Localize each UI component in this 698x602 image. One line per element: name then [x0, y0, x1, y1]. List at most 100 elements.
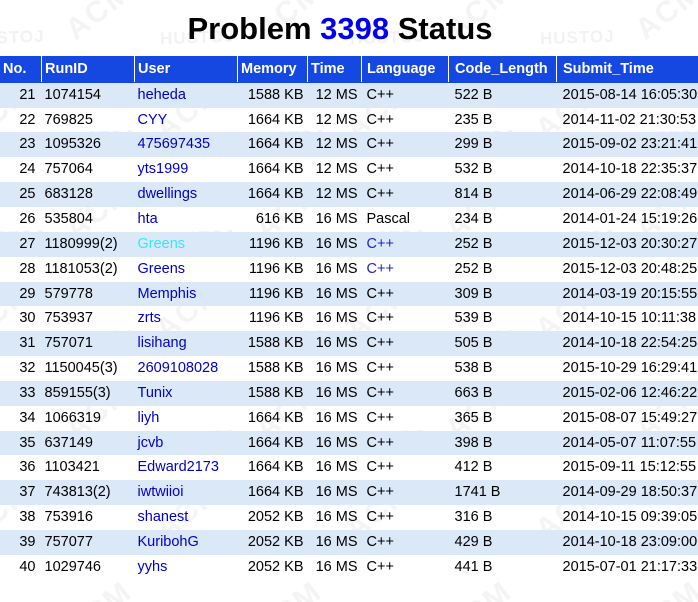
column-header-submit-time[interactable]: Submit_Time	[556, 55, 698, 83]
user-link[interactable]: Edward2173	[138, 459, 219, 475]
cell-no: 39	[0, 529, 42, 555]
user-link[interactable]: dwellings	[138, 186, 198, 202]
cell-memory: 1196 KB	[237, 231, 308, 257]
user-link[interactable]: 475697435	[138, 136, 211, 152]
page-title-prefix: Problem	[187, 11, 312, 46]
cell-submit: 2015-12-03 20:48:25	[562, 260, 698, 277]
cell-lang: C++	[361, 132, 449, 158]
user-link[interactable]: yyhs	[138, 559, 168, 575]
cell-memory: 1588 KB	[237, 380, 308, 406]
table-row: 25 683128 dwellings 1664 KB 12 MS C++ 814 B 201…	[0, 182, 698, 207]
cell-no: 25	[0, 182, 42, 207]
user-link[interactable]: heheda	[138, 87, 186, 103]
user-link[interactable]: yts1999	[138, 161, 189, 177]
column-header-memory[interactable]: Memory	[237, 55, 308, 83]
column-header-code-length[interactable]: Code_Length	[448, 55, 557, 83]
table-row: 23 1095326 475697435 1664 KB 12 MS C++ 299 B 20…	[0, 132, 698, 158]
cell-runid: 1029746	[44, 558, 101, 575]
user-link[interactable]: Greens	[138, 236, 186, 252]
cell-submit: 2015-02-06 12:46:22	[556, 380, 698, 406]
cell-submit: 2014-03-19 20:15:55	[556, 281, 698, 307]
user-link[interactable]: 2609108028	[138, 360, 219, 376]
cell-lang: C++	[361, 430, 449, 456]
cell-user: Greens	[135, 257, 238, 282]
cell-memory: 1664 KB	[247, 161, 304, 178]
cell-memory: 2052 KB	[247, 558, 304, 575]
cell-no: 31	[0, 331, 42, 357]
cell-lang: C++	[362, 505, 449, 530]
cell-user: zrts	[135, 306, 238, 331]
cell-len: 814 B	[448, 182, 557, 207]
cell-memory: 1664 KB	[247, 409, 304, 426]
table-row: 27 1180999(2) Greens 1196 KB 16 MS C++ 252 B 20…	[0, 231, 698, 257]
user-link[interactable]: lisihang	[138, 335, 187, 351]
cell-submit: 2014-06-29 22:08:49	[556, 182, 698, 207]
cell-lang: C++	[361, 331, 449, 357]
cell-user: Edward2173	[135, 455, 238, 480]
status-table: No. RunID User Memory Time Language Code…	[0, 55, 698, 580]
cell-submit: 2015-08-14 16:05:30	[556, 82, 698, 108]
language-label: C++	[366, 310, 394, 327]
cell-lang: C++	[362, 257, 449, 282]
language-label: C++	[366, 484, 394, 501]
user-link[interactable]: Greens	[138, 261, 186, 277]
cell-lang: C++	[361, 182, 449, 207]
cell-no: 22	[19, 111, 36, 128]
table-row: 31 757071 lisihang 1588 KB 16 MS C++ 505 B 2014…	[0, 331, 698, 357]
column-header-time[interactable]: Time	[307, 55, 362, 83]
language-label: C++	[366, 409, 394, 426]
cell-user: 475697435	[134, 132, 238, 158]
cell-runid: 1066319	[44, 409, 101, 426]
user-link[interactable]: shanest	[138, 509, 189, 525]
cell-no: 32	[19, 360, 36, 377]
table-row: 36 1103421 Edward2173 1664 KB 16 MS C++ 412 B 2…	[0, 455, 698, 480]
table-row: 40 1029746 yyhs 2052 KB 16 MS C++ 441 B 2015-07…	[0, 555, 698, 580]
cell-len: 365 B	[454, 409, 493, 426]
table-row: 32 1150045(3) 2609108028 1588 KB 16 MS C++ 538…	[0, 356, 698, 381]
cell-submit: 2015-07-01 21:17:33	[562, 558, 698, 575]
column-header-no[interactable]: No.	[0, 55, 42, 83]
cell-submit: 2014-10-18 23:09:00	[556, 529, 698, 555]
cell-time: 16 MS	[315, 210, 358, 227]
cell-time: 16 MS	[315, 310, 358, 327]
user-link[interactable]: KuribohG	[138, 534, 199, 550]
cell-no: 28	[19, 260, 36, 277]
cell-no: 23	[0, 132, 42, 158]
user-link[interactable]: CYY	[138, 112, 168, 128]
language-label: C++	[366, 161, 394, 178]
language-label: C++	[366, 360, 394, 377]
cell-submit: 2015-09-11 15:12:55	[562, 459, 697, 476]
cell-lang: Pascal	[362, 207, 449, 232]
language-label: Pascal	[366, 210, 411, 227]
cell-user: shanest	[135, 505, 238, 530]
cell-no: 27	[0, 231, 42, 257]
language-label: C++	[366, 111, 394, 128]
cell-runid: 753937	[44, 310, 93, 327]
cell-time: 16 MS	[307, 480, 362, 506]
column-header-language[interactable]: Language	[361, 55, 449, 83]
cell-len: 522 B	[448, 82, 557, 108]
cell-time: 16 MS	[307, 281, 362, 307]
cell-submit: 2014-10-18 22:35:37	[562, 161, 698, 178]
user-link[interactable]: jcvb	[138, 435, 164, 451]
cell-memory: 1664 KB	[247, 111, 304, 128]
cell-len: 252 B	[454, 260, 493, 277]
user-link[interactable]: zrts	[138, 310, 161, 326]
language-label: C++	[366, 86, 394, 103]
cell-memory: 1196 KB	[237, 281, 308, 307]
user-link[interactable]: hta	[138, 211, 158, 227]
language-label: C++	[366, 285, 394, 302]
user-link[interactable]: liyh	[138, 410, 160, 426]
column-header-user[interactable]: User	[134, 55, 238, 83]
language-label: C++	[366, 533, 394, 550]
cell-submit: 2014-10-18 22:54:25	[556, 331, 698, 357]
cell-submit: 2014-10-15 10:11:38	[562, 310, 697, 327]
page-title-problem-id: 3398	[320, 11, 390, 46]
language-label: C++	[366, 335, 394, 352]
column-header-runid[interactable]: RunID	[41, 55, 135, 83]
cell-len: 429 B	[448, 529, 557, 555]
user-link[interactable]: Memphis	[138, 286, 197, 302]
user-link[interactable]: Tunix	[138, 385, 173, 401]
cell-user: Memphis	[134, 281, 238, 307]
user-link[interactable]: iwtwiioi	[138, 484, 184, 500]
